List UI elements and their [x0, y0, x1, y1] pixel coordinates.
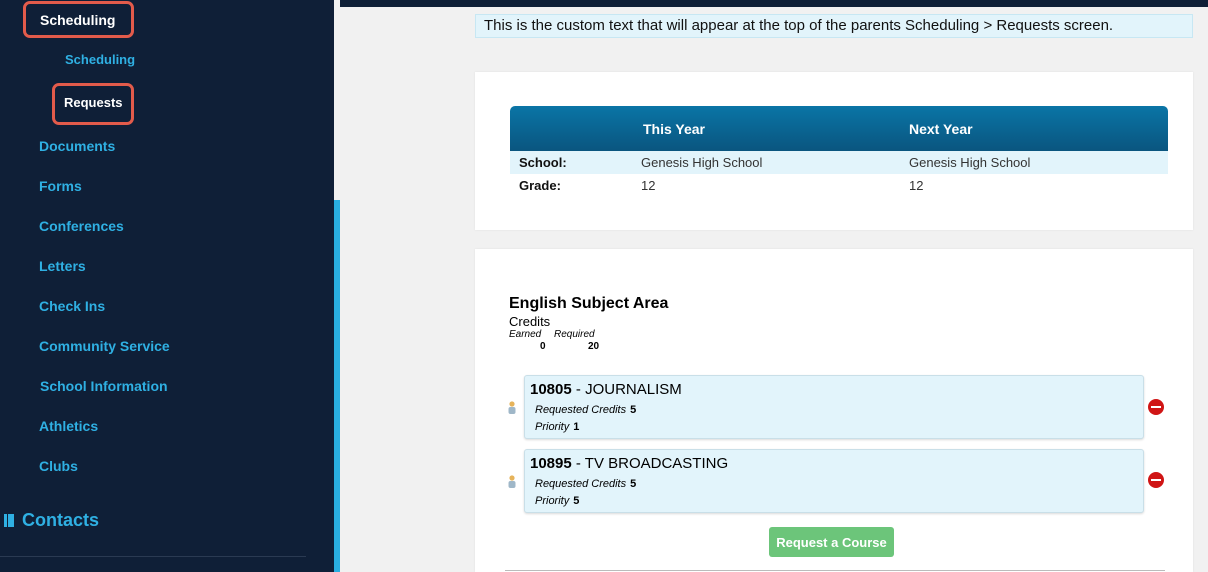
- required-value: 20: [588, 341, 600, 352]
- priority-label: Priority: [535, 495, 570, 507]
- row-label-school: School:: [519, 155, 567, 170]
- grade-this-year: 12: [641, 178, 656, 193]
- header-next-year: Next Year: [909, 121, 973, 137]
- sidebar-item-athletics[interactable]: Athletics: [39, 418, 98, 434]
- sidebar-divider: [0, 556, 306, 557]
- row-label-grade: Grade:: [519, 178, 561, 193]
- sidebar-item-school-information[interactable]: School Information: [40, 378, 168, 394]
- school-this-year: Genesis High School: [641, 155, 763, 170]
- subject-requests-card: English Subject Area Credits Earned Requ…: [475, 249, 1193, 572]
- sidebar-item-community-service[interactable]: Community Service: [39, 338, 170, 354]
- required-label: Required: [554, 329, 595, 340]
- course-name: JOURNALISM: [585, 381, 682, 398]
- year-info-card: This Year Next Year School: Genesis High…: [475, 72, 1193, 230]
- credit-values: 0 20: [509, 341, 629, 353]
- credit-headers: Earned Required: [509, 329, 629, 341]
- sidebar-item-letters[interactable]: Letters: [39, 258, 86, 274]
- course-priority: Priority 5: [535, 495, 579, 507]
- priority-label: Priority: [535, 421, 570, 433]
- sidebar-subitem-requests[interactable]: Requests: [64, 95, 123, 110]
- person-icon: [508, 401, 516, 414]
- remove-icon[interactable]: [1148, 399, 1164, 415]
- requested-credits-label: Requested Credits: [535, 404, 627, 416]
- top-bar: [340, 0, 1208, 7]
- course-name: TV BROADCASTING: [584, 455, 729, 472]
- sidebar-item-clubs[interactable]: Clubs: [39, 458, 78, 474]
- requested-credits-value: 5: [630, 404, 637, 416]
- grade-next-year: 12: [909, 178, 924, 193]
- book-icon: [4, 514, 14, 527]
- person-icon: [508, 475, 516, 488]
- contacts-label: Contacts: [22, 510, 100, 530]
- sidebar-item-conferences[interactable]: Conferences: [39, 218, 124, 234]
- request-course-button[interactable]: Request a Course: [769, 527, 894, 557]
- credits-label: Credits: [509, 314, 551, 329]
- list-item[interactable]: 10895 - TV BROADCASTING Requested Credit…: [524, 449, 1144, 513]
- course-priority: Priority 1: [535, 421, 579, 433]
- priority-value: 5: [573, 495, 580, 507]
- divider: [505, 570, 1165, 571]
- course-code: 10805: [530, 381, 572, 398]
- sidebar-scrollbar-thumb[interactable]: [334, 200, 340, 572]
- table-row: School: Genesis High School Genesis High…: [510, 151, 1168, 174]
- priority-value: 1: [573, 421, 580, 433]
- sidebar-item-scheduling[interactable]: Scheduling: [40, 12, 115, 28]
- course-requested-credits: Requested Credits 5: [535, 478, 636, 490]
- earned-label: Earned: [509, 329, 542, 340]
- subject-area: English Subject Area Credits Earned Requ…: [509, 295, 668, 353]
- remove-icon[interactable]: [1148, 472, 1164, 488]
- subject-title: English Subject Area: [509, 295, 669, 312]
- course-code: 10895: [530, 455, 572, 472]
- table-row: Grade: 12 12: [510, 174, 1168, 197]
- sidebar-item-forms[interactable]: Forms: [39, 178, 82, 194]
- course-requested-credits: Requested Credits 5: [535, 404, 636, 416]
- sidebar-subitem-scheduling[interactable]: Scheduling: [65, 52, 135, 67]
- list-item[interactable]: 10805 - JOURNALISM Requested Credits 5 Pr…: [524, 375, 1144, 439]
- sidebar-item-contacts[interactable]: Contacts: [4, 510, 99, 531]
- sidebar-item-documents[interactable]: Documents: [39, 138, 115, 154]
- requested-credits-label: Requested Credits: [535, 478, 627, 490]
- earned-value: 0: [540, 341, 546, 352]
- school-next-year: Genesis High School: [909, 155, 1031, 170]
- header-this-year: This Year: [643, 121, 706, 137]
- year-info-header: This Year Next Year: [510, 106, 1168, 151]
- course-title: 10805 - JOURNALISM: [530, 381, 682, 398]
- sidebar-item-check-ins[interactable]: Check Ins: [39, 298, 105, 314]
- requested-credits-value: 5: [630, 478, 637, 490]
- sidebar: Scheduling Scheduling Requests Documents…: [0, 0, 334, 572]
- year-info-table: This Year Next Year School: Genesis High…: [510, 106, 1168, 197]
- custom-text-banner: This is the custom text that will appear…: [475, 14, 1193, 38]
- course-title: 10895 - TV BROADCASTING: [530, 455, 729, 472]
